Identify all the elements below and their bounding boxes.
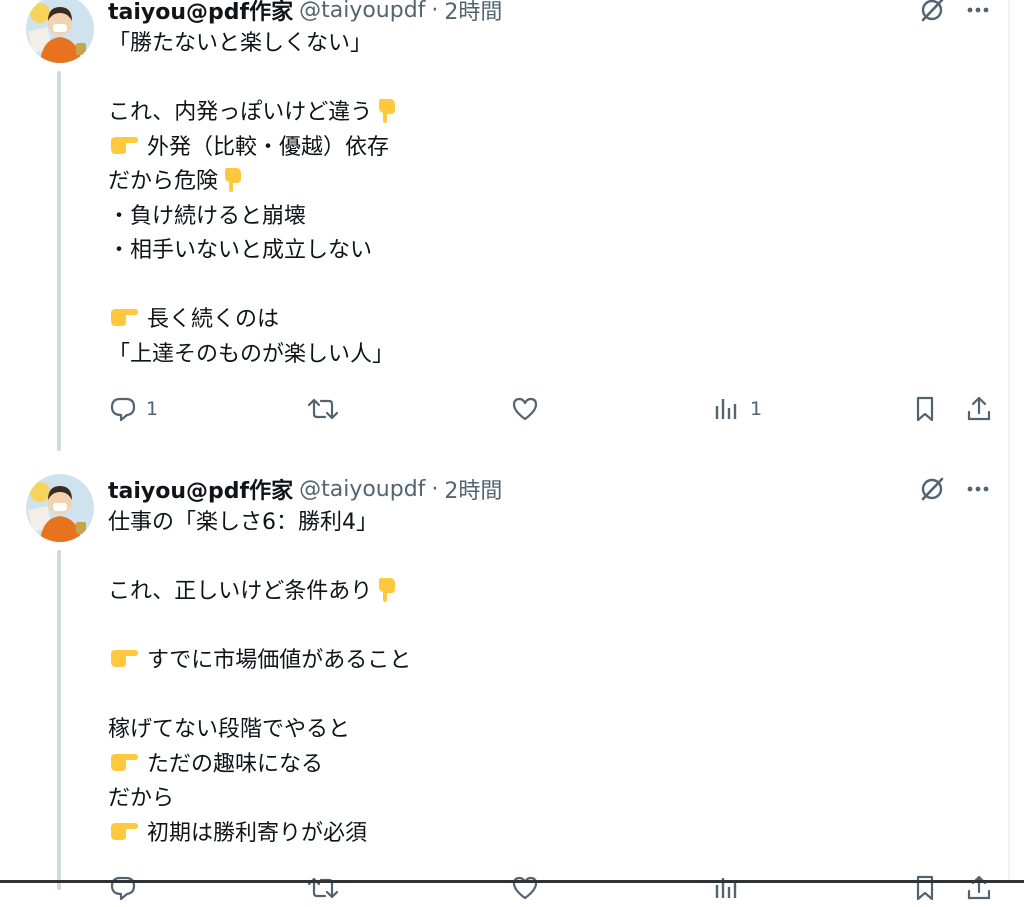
pointing-down-emoji-icon <box>218 165 246 193</box>
post[interactable]: taiyou@pdf作家 @taiyoupdf · 2時間 「勝たないと楽しくな… <box>0 0 1008 451</box>
share-icon <box>964 394 994 424</box>
text-line: 外発（比較・優越）依存 <box>108 131 988 166</box>
post-header: taiyou@pdf作家 @taiyoupdf · 2時間 <box>108 0 502 25</box>
bookmark-button[interactable] <box>910 394 940 424</box>
reply-button[interactable]: 1 <box>108 394 158 424</box>
text-line: 稼げてない段階でやると <box>108 717 351 742</box>
text-line: 「上達そのものが楽しい人」 <box>108 341 395 367</box>
text-line: これ、内発っぽいけど違う <box>108 96 988 131</box>
reply-button[interactable] <box>108 873 146 903</box>
views-button[interactable]: 1 <box>712 394 762 424</box>
thread-line <box>57 71 61 451</box>
views-button[interactable] <box>712 873 742 903</box>
more-icon[interactable] <box>962 473 994 505</box>
post-time[interactable]: 2時間 <box>444 473 502 505</box>
text-line <box>108 679 988 714</box>
views-icon <box>712 394 742 424</box>
bookmark-button[interactable] <box>910 873 940 903</box>
repost-button[interactable] <box>306 394 348 424</box>
text-line: ただの趣味になる <box>108 748 988 783</box>
action-bar: 1 1 <box>108 392 994 428</box>
pointing-right-emoji-icon <box>108 131 140 159</box>
timeline-border <box>1008 0 1010 883</box>
like-icon <box>510 394 540 424</box>
action-bar <box>108 871 994 907</box>
repost-button[interactable] <box>306 873 340 903</box>
text-line <box>108 62 988 97</box>
repost-icon <box>306 394 340 424</box>
bookmark-icon <box>910 394 940 424</box>
share-button[interactable] <box>964 394 994 424</box>
separator: · <box>431 476 439 502</box>
author-name[interactable]: taiyou@pdf作家 <box>108 0 293 26</box>
text-line: ・負け続けると崩壊 <box>108 203 307 229</box>
post-time[interactable]: 2時間 <box>444 0 502 26</box>
views-count: 1 <box>750 398 763 420</box>
text-line: 長く続くのは <box>108 303 988 338</box>
text-line <box>108 269 988 304</box>
like-icon <box>510 873 540 903</box>
text-line: 「勝たないと楽しくない」 <box>108 31 373 56</box>
share-button[interactable] <box>964 873 994 903</box>
text-line: これ、正しいけど条件あり <box>108 575 988 610</box>
post-text: 仕事の「楽しさ6：勝利4」 これ、正しいけど条件あり すでに市場価値があること … <box>108 506 988 851</box>
separator: · <box>431 0 439 23</box>
pointing-down-emoji-icon <box>372 96 400 124</box>
like-button[interactable] <box>510 394 548 424</box>
text-line <box>108 541 988 576</box>
avatar[interactable] <box>26 0 94 63</box>
views-icon <box>712 873 742 903</box>
text-line: すでに市場価値があること <box>108 644 988 679</box>
reply-icon <box>108 873 138 903</box>
avatar[interactable] <box>26 474 94 542</box>
text-line: 初期は勝利寄りが必須 <box>108 817 988 852</box>
post[interactable]: taiyou@pdf作家 @taiyoupdf · 2時間 仕事の「楽しさ6：勝… <box>0 462 1008 902</box>
pointing-right-emoji-icon <box>108 817 140 845</box>
text-line: だから危険 <box>108 165 988 200</box>
author-handle[interactable]: @taiyoupdf <box>299 0 425 23</box>
author-name[interactable]: taiyou@pdf作家 <box>108 473 293 505</box>
text-line: ・相手いないと成立しない <box>108 238 373 263</box>
share-icon <box>964 873 994 903</box>
post-text: 「勝たないと楽しくない」 これ、内発っぽいけど違う 外発（比較・優越）依存 だか… <box>108 27 988 372</box>
pointing-down-emoji-icon <box>372 575 400 603</box>
grok-icon[interactable] <box>916 473 948 505</box>
grok-icon[interactable] <box>916 0 948 26</box>
post-header: taiyou@pdf作家 @taiyoupdf · 2時間 <box>108 473 502 505</box>
pointing-right-emoji-icon <box>108 748 140 776</box>
reply-icon <box>108 394 138 424</box>
repost-icon <box>306 873 340 903</box>
reply-count: 1 <box>146 398 159 420</box>
like-button[interactable] <box>510 873 540 903</box>
pointing-right-emoji-icon <box>108 303 140 331</box>
text-line <box>108 610 988 645</box>
bookmark-icon <box>910 873 940 903</box>
text-line: だから <box>108 786 175 811</box>
more-icon[interactable] <box>962 0 994 26</box>
thread-line <box>57 550 61 890</box>
author-handle[interactable]: @taiyoupdf <box>299 477 425 502</box>
text-line: 仕事の「楽しさ6：勝利4」 <box>108 510 378 535</box>
pointing-right-emoji-icon <box>108 644 140 672</box>
